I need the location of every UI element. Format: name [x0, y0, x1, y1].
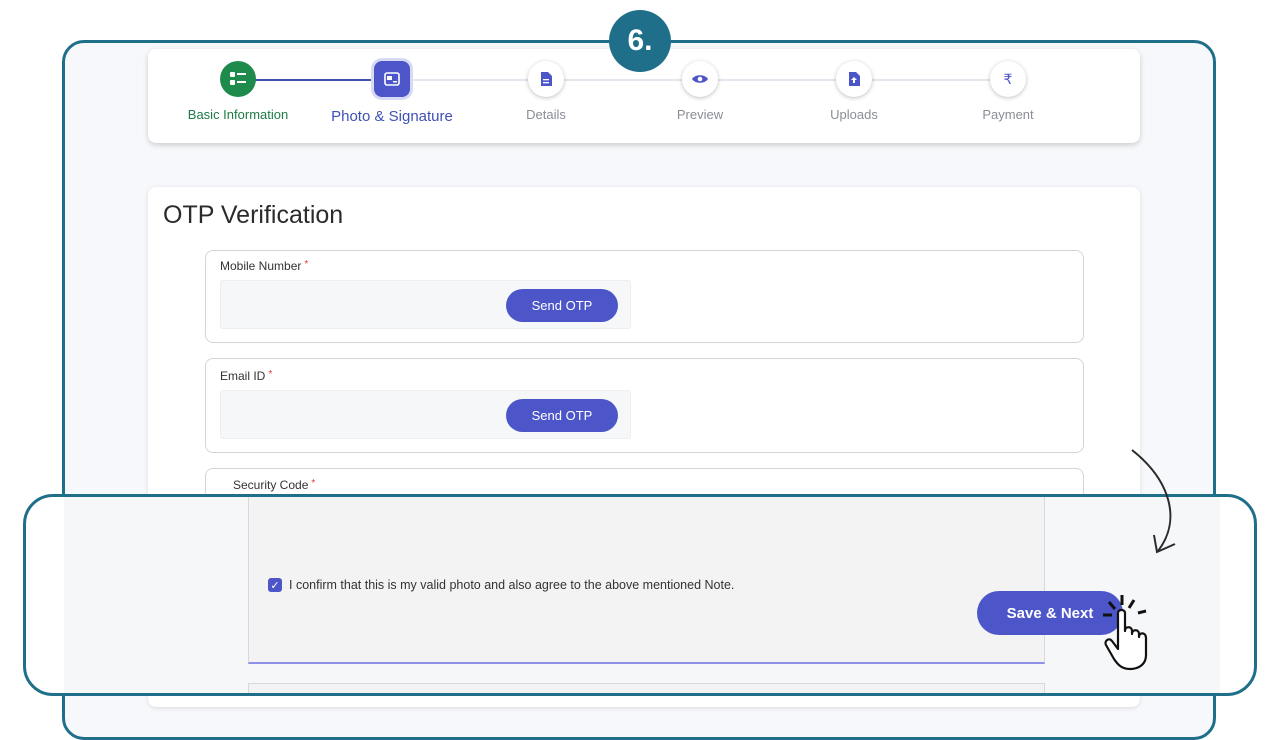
page-title: OTP Verification: [163, 201, 344, 229]
upload-file-icon: [836, 61, 872, 97]
photo-icon: [374, 61, 410, 97]
mobile-number-group: Mobile Number * Send OTP: [205, 250, 1084, 343]
checkmark-icon: ✓: [270, 579, 280, 592]
step-uploads[interactable]: Uploads: [777, 61, 931, 122]
eye-icon: [682, 61, 718, 97]
mobile-number-input[interactable]: Send OTP: [220, 280, 631, 329]
step-number-badge: 6.: [609, 10, 671, 72]
send-otp-email-button[interactable]: Send OTP: [506, 399, 618, 432]
email-input[interactable]: Send OTP: [220, 390, 631, 439]
confirm-text: I confirm that this is my valid photo an…: [289, 578, 735, 592]
mobile-number-label: Mobile Number *: [220, 259, 309, 273]
step-basic-information[interactable]: Basic Information: [161, 61, 315, 122]
security-code-label: Security Code *: [233, 478, 316, 492]
step-details[interactable]: Details: [469, 61, 623, 122]
step-payment[interactable]: ₹ Payment: [931, 61, 1085, 122]
rupee-icon: ₹: [990, 61, 1026, 97]
email-group: Email ID * Send OTP: [205, 358, 1084, 453]
step-label: Details: [526, 107, 566, 122]
hand-pointer-icon: [1103, 595, 1148, 671]
document-icon: [528, 61, 564, 97]
curved-arrow-icon: [1131, 449, 1176, 554]
step-photo-signature[interactable]: Photo & Signature: [315, 61, 469, 125]
email-label: Email ID *: [220, 369, 273, 383]
zoomed-callout: ✓ I confirm that this is my valid photo …: [23, 494, 1257, 696]
step-label: Photo & Signature: [331, 108, 453, 125]
step-label: Basic Information: [187, 107, 289, 122]
next-card-edge: [248, 683, 1045, 693]
step-label: Uploads: [830, 107, 878, 122]
list-icon: [220, 61, 256, 97]
confirm-checkbox[interactable]: ✓: [268, 578, 282, 592]
send-otp-mobile-button[interactable]: Send OTP: [506, 289, 618, 322]
step-label: Preview: [676, 107, 724, 122]
step-label: Payment: [982, 107, 1034, 122]
